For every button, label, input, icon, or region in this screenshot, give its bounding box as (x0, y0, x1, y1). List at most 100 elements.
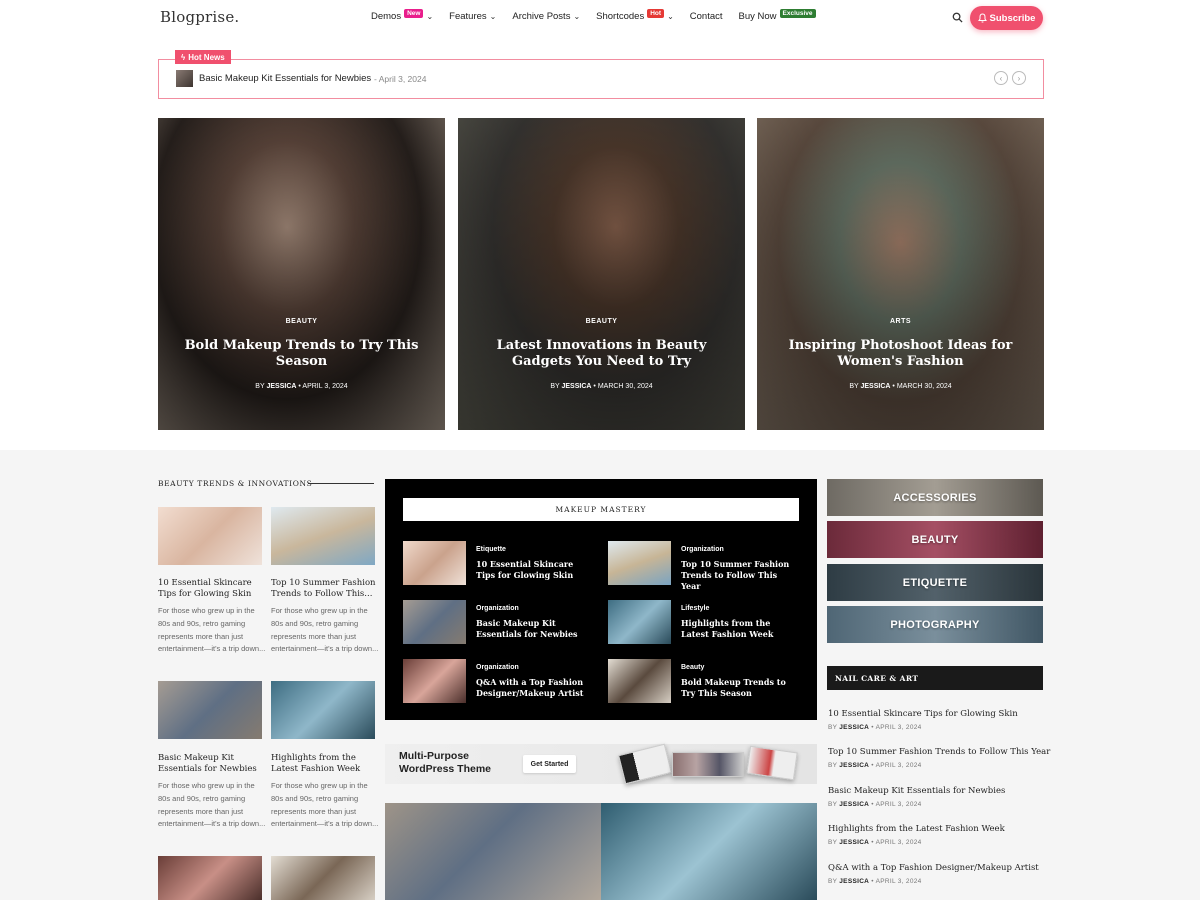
search-icon[interactable] (952, 12, 963, 23)
hero-author[interactable]: JESSICA (266, 383, 296, 390)
post-title[interactable]: Top 10 Summer Fashion Trends to Follow T… (828, 747, 1050, 757)
post-thumbnail[interactable] (158, 681, 262, 739)
nav-item-archive-posts[interactable]: Archive Posts ⌄ (512, 11, 580, 22)
promo-title-line: Multi-Purpose (399, 750, 469, 762)
hero-category[interactable]: ARTS (757, 318, 1044, 325)
post-title[interactable]: Q&A with a Top Fashion Designer/Makeup A… (476, 677, 594, 699)
nav-item-shortcodes[interactable]: Shortcodes Hot ⌄ (596, 9, 674, 22)
post-thumbnail[interactable] (608, 600, 671, 644)
hot-news-thumbnail[interactable] (176, 70, 193, 87)
post-thumbnail[interactable] (403, 659, 466, 703)
post-author[interactable]: JESSICA (839, 878, 869, 885)
post-title[interactable]: Basic Makeup Kit Essentials for Newbies (158, 753, 266, 775)
get-started-button[interactable]: Get Started (523, 755, 576, 773)
meta-by: BY (828, 801, 838, 808)
post-thumbnail[interactable] (158, 507, 262, 565)
hot-badge: Hot (647, 9, 665, 18)
post-title[interactable]: 10 Essential Skincare Tips for Glowing S… (828, 709, 1018, 719)
post-thumbnail[interactable] (271, 507, 375, 565)
nav-label: Demos (371, 11, 402, 22)
post-category[interactable]: Beauty (681, 664, 704, 671)
featured-post-image[interactable] (601, 803, 817, 900)
bell-icon (977, 13, 987, 23)
post-thumbnail[interactable] (271, 681, 375, 739)
hot-news-tag: ϟ Hot News (175, 50, 231, 64)
post-author[interactable]: JESSICA (839, 724, 869, 731)
post-title[interactable]: Top 10 Summer Fashion Trends to Follow T… (271, 578, 379, 600)
nav-item-contact[interactable]: Contact (690, 11, 723, 22)
post-category[interactable]: Organization (681, 546, 724, 553)
hero-card[interactable]: BEAUTY Bold Makeup Trends to Try This Se… (158, 118, 445, 430)
post-thumbnail[interactable] (608, 541, 671, 585)
post-title[interactable]: Basic Makeup Kit Essentials for Newbies (828, 786, 1005, 796)
post-title[interactable]: 10 Essential Skincare Tips for Glowing S… (476, 559, 594, 581)
post-title[interactable]: Basic Makeup Kit Essentials for Newbies (476, 618, 594, 640)
theme-preview-image (672, 752, 744, 777)
promo-title: Multi-Purpose WordPress Theme (399, 750, 491, 776)
nav-item-buy-now[interactable]: Buy Now Exclusive (738, 9, 816, 22)
category-beauty[interactable]: BEAUTY (827, 521, 1043, 558)
exclusive-badge: Exclusive (779, 9, 816, 18)
post-title[interactable]: Bold Makeup Trends to Try This Season (681, 677, 799, 699)
hot-news-title[interactable]: Basic Makeup Kit Essentials for Newbies (199, 73, 371, 84)
category-etiquette[interactable]: ETIQUETTE (827, 564, 1043, 601)
nav-item-features[interactable]: Features ⌄ (449, 11, 496, 22)
post-thumbnail[interactable] (271, 856, 375, 900)
prev-arrow-icon[interactable]: ‹ (994, 71, 1008, 85)
subscribe-button[interactable]: Subscribe (970, 6, 1043, 30)
post-author[interactable]: JESSICA (839, 762, 869, 769)
nav-item-demos[interactable]: Demos New ⌄ (371, 9, 433, 22)
post-category[interactable]: Organization (476, 605, 519, 612)
section-heading: BEAUTY TRENDS & INNOVATIONS (158, 479, 313, 488)
post-date: APRIL 3, 2024 (875, 878, 922, 885)
hero-meta: BY JESSICA • MARCH 30, 2024 (550, 383, 653, 390)
post-title[interactable]: Top 10 Summer Fashion Trends to Follow T… (681, 559, 799, 592)
hero-author[interactable]: JESSICA (562, 383, 592, 390)
promo-title-line: WordPress Theme (399, 763, 492, 775)
next-arrow-icon[interactable]: › (1012, 71, 1026, 85)
post-title[interactable]: Highlights from the Latest Fashion Week (271, 753, 379, 775)
post-author[interactable]: JESSICA (839, 839, 869, 846)
post-excerpt: For those who grew up in the 80s and 90s… (158, 606, 266, 654)
post-thumbnail[interactable] (158, 856, 262, 900)
chevron-down-icon: ⌄ (667, 12, 674, 21)
featured-post-image[interactable] (385, 803, 601, 900)
hero-card[interactable]: BEAUTY Latest Innovations in Beauty Gadg… (458, 118, 745, 430)
hero-title[interactable]: Inspiring Photoshoot Ideas for Women's F… (777, 338, 1024, 370)
category-photography[interactable]: PHOTOGRAPHY (827, 606, 1043, 643)
meta-by: BY (828, 762, 838, 769)
site-logo[interactable]: Blogprise. (160, 8, 239, 26)
hero-category[interactable]: BEAUTY (158, 318, 445, 325)
post-category[interactable]: Etiquette (476, 546, 506, 553)
hot-news-label: Hot News (188, 52, 225, 62)
post-title[interactable]: Highlights from the Latest Fashion Week (681, 618, 799, 640)
nav-label: Buy Now (738, 11, 777, 22)
post-title[interactable]: 10 Essential Skincare Tips for Glowing S… (158, 578, 266, 600)
hero-card[interactable]: ARTS Inspiring Photoshoot Ideas for Wome… (757, 118, 1044, 430)
nav-label: Shortcodes (596, 11, 645, 22)
meta-by: BY (255, 383, 265, 390)
new-badge: New (404, 9, 424, 18)
post-meta: BY JESSICA • APRIL 3, 2024 (828, 762, 922, 769)
nail-care-heading: NAIL CARE & ART (827, 666, 1043, 690)
post-thumbnail[interactable] (608, 659, 671, 703)
hero-category[interactable]: BEAUTY (458, 318, 745, 325)
nav-label: Contact (689, 11, 723, 22)
hero-title[interactable]: Latest Innovations in Beauty Gadgets You… (478, 338, 725, 370)
post-category[interactable]: Lifestyle (681, 605, 709, 612)
post-title[interactable]: Highlights from the Latest Fashion Week (828, 824, 1005, 834)
chevron-down-icon: ⌄ (489, 12, 497, 21)
meta-by: BY (828, 878, 838, 885)
hero-title[interactable]: Bold Makeup Trends to Try This Season (178, 338, 425, 370)
post-author[interactable]: JESSICA (839, 801, 869, 808)
post-title[interactable]: Q&A with a Top Fashion Designer/Makeup A… (828, 863, 1039, 873)
hero-author[interactable]: JESSICA (861, 383, 891, 390)
hero-date: MARCH 30, 2024 (597, 383, 653, 390)
meta-by: BY (828, 724, 838, 731)
post-thumbnail[interactable] (403, 600, 466, 644)
category-accessories[interactable]: ACCESSORIES (827, 479, 1043, 516)
hero-meta: BY JESSICA • APRIL 3, 2024 (255, 383, 348, 390)
post-meta: BY JESSICA • APRIL 3, 2024 (828, 801, 922, 808)
post-category[interactable]: Organization (476, 664, 519, 671)
post-thumbnail[interactable] (403, 541, 466, 585)
